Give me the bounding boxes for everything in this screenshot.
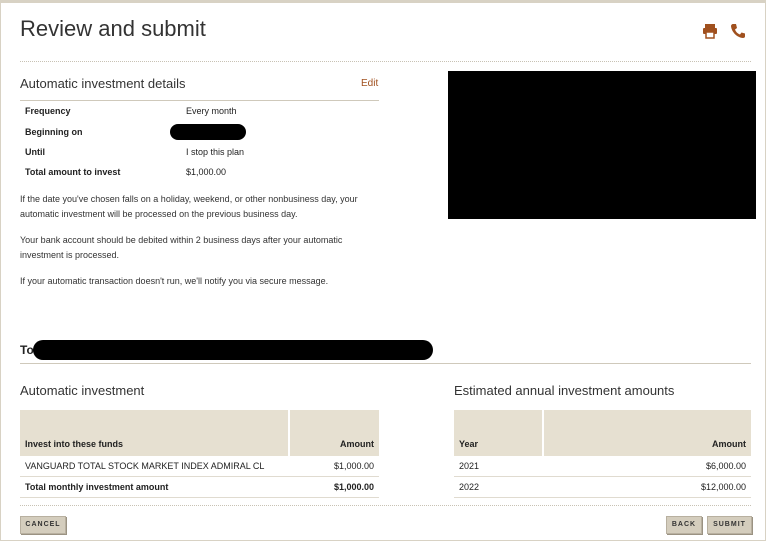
submit-button[interactable]: SUBMIT <box>707 516 752 534</box>
frequency-value: Every month <box>186 106 237 116</box>
beginning-on-label: Beginning on <box>25 127 83 137</box>
redacted-account <box>33 340 433 360</box>
details-heading: Automatic investment details <box>20 76 186 91</box>
estimates-heading: Estimated annual investment amounts <box>454 383 675 398</box>
holiday-note: If the date you've chosen falls on a hol… <box>20 194 358 219</box>
fund-amount: $1,000.00 <box>289 456 379 477</box>
estimate-amount-column-header: Amount <box>542 410 751 456</box>
footer-divider <box>20 505 751 506</box>
year-column-header: Year <box>454 410 543 456</box>
phone-icon[interactable] <box>729 22 747 40</box>
frequency-label: Frequency <box>25 106 71 116</box>
back-button[interactable]: BACK <box>666 516 702 534</box>
estimate-amount-cell: $12,000.00 <box>543 476 751 498</box>
table-row: 2022 $12,000.00 <box>454 476 751 498</box>
printer-icon[interactable] <box>701 22 719 40</box>
page-title: Review and submit <box>20 16 206 41</box>
estimates-table: Year Amount 2021 $6,000.00 2022 $12,000.… <box>454 410 751 498</box>
redacted-panel <box>448 71 756 219</box>
investment-heading: Automatic investment <box>20 383 145 398</box>
title-divider <box>20 61 751 62</box>
total-amount-value: $1,000.00 <box>186 167 227 177</box>
notify-note: If your automatic transaction doesn't ru… <box>20 276 329 286</box>
fund-name: VANGUARD TOTAL STOCK MARKET INDEX ADMIRA… <box>20 456 289 477</box>
year-cell: 2021 <box>454 456 543 477</box>
year-cell: 2022 <box>454 476 543 498</box>
to-divider <box>20 363 751 364</box>
cancel-button[interactable]: CANCEL <box>20 516 66 534</box>
until-value: I stop this plan <box>186 147 245 157</box>
debit-note: Your bank account should be debited with… <box>20 235 343 260</box>
table-row: VANGUARD TOTAL STOCK MARKET INDEX ADMIRA… <box>20 456 379 477</box>
edit-link[interactable]: Edit <box>361 78 378 89</box>
details-divider <box>20 100 379 101</box>
total-row: Total monthly investment amount $1,000.0… <box>20 476 379 498</box>
amount-column-header: Amount <box>288 410 379 456</box>
total-amount: $1,000.00 <box>289 476 379 498</box>
total-amount-label: Total amount to invest <box>25 167 121 177</box>
table-row: 2021 $6,000.00 <box>454 456 751 477</box>
estimate-amount-cell: $6,000.00 <box>543 456 751 477</box>
total-label: Total monthly investment amount <box>20 476 289 498</box>
until-label: Until <box>25 147 45 157</box>
redacted-date <box>170 124 246 140</box>
investment-table: Invest into these funds Amount VANGUARD … <box>20 410 379 498</box>
fund-column-header: Invest into these funds <box>20 410 289 456</box>
